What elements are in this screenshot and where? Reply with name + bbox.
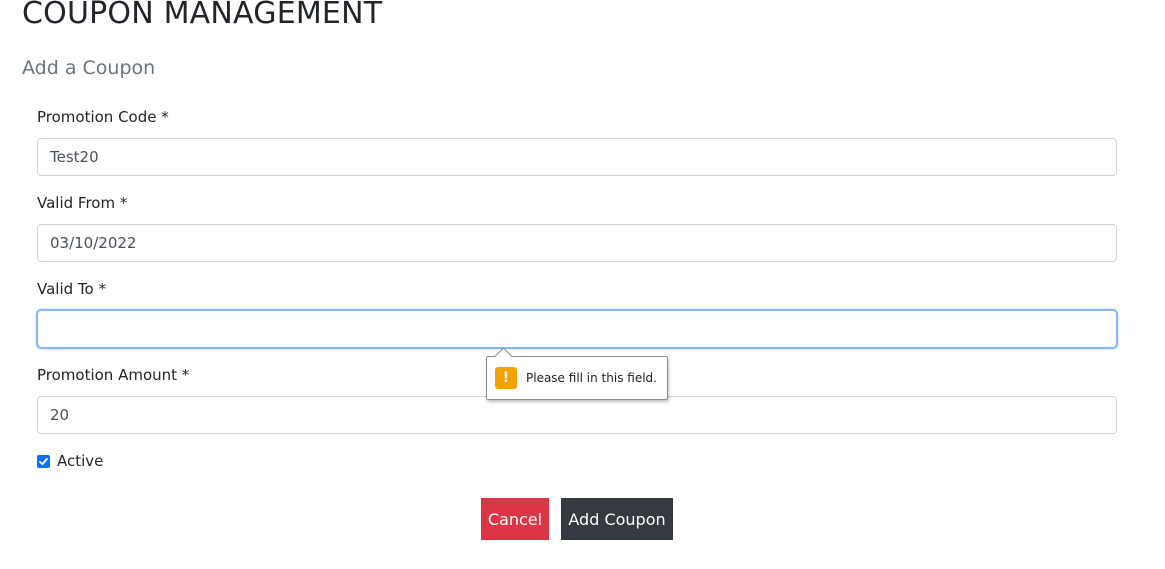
warning-icon: ! xyxy=(495,367,517,389)
add-coupon-button[interactable]: Add Coupon xyxy=(561,498,673,540)
active-label[interactable]: Active xyxy=(57,452,103,470)
validation-tooltip: ! Please fill in this field. xyxy=(486,347,668,400)
promotion-code-input[interactable] xyxy=(37,138,1117,176)
valid-from-label: Valid From * xyxy=(37,194,128,212)
valid-to-input[interactable] xyxy=(37,310,1117,348)
coupon-management-page: COUPON MANAGEMENT Add a Coupon Promotion… xyxy=(0,0,1165,569)
cancel-button[interactable]: Cancel xyxy=(481,498,549,540)
promotion-code-label: Promotion Code * xyxy=(37,108,169,126)
valid-from-input[interactable] xyxy=(37,224,1117,262)
validation-message: Please fill in this field. xyxy=(526,371,657,385)
page-title: COUPON MANAGEMENT xyxy=(22,0,383,31)
tooltip-arrow xyxy=(494,347,513,366)
check-icon xyxy=(39,457,48,465)
active-checkbox-row: Active xyxy=(37,452,103,470)
promotion-amount-input[interactable] xyxy=(37,396,1117,434)
active-checkbox[interactable] xyxy=(37,454,50,468)
promotion-amount-label: Promotion Amount * xyxy=(37,366,190,384)
valid-to-label: Valid To * xyxy=(37,280,106,298)
section-title: Add a Coupon xyxy=(22,57,156,79)
